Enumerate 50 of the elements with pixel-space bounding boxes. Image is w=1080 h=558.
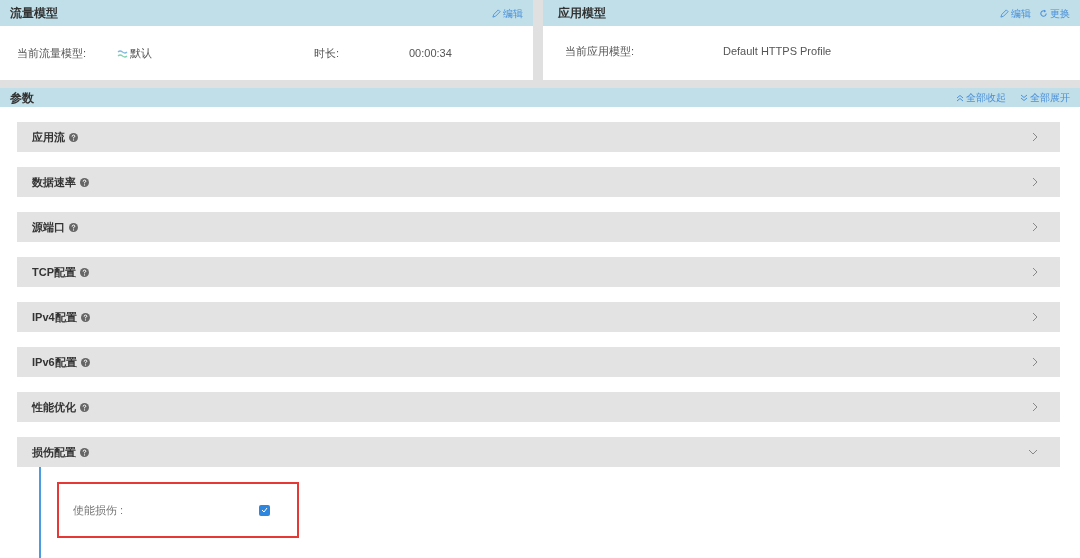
help-icon bbox=[80, 402, 89, 412]
refresh-icon bbox=[1039, 8, 1048, 18]
section-title: IPv4配置 bbox=[32, 309, 77, 325]
chevron-down-icon bbox=[1028, 449, 1038, 455]
expand-icon bbox=[1020, 93, 1028, 102]
section-title: 应用流 bbox=[32, 129, 65, 145]
accordion-header[interactable]: 性能优化 bbox=[17, 392, 1060, 422]
checkbox[interactable] bbox=[259, 504, 270, 516]
accordion-header[interactable]: TCP配置 bbox=[17, 257, 1060, 287]
panel-title: 应用模型 bbox=[558, 5, 606, 22]
wave-icon bbox=[117, 48, 129, 58]
chevron-right-icon bbox=[1032, 132, 1038, 142]
chevron-right-icon bbox=[1032, 177, 1038, 187]
section-title: 源端口 bbox=[32, 219, 65, 235]
accordion-header[interactable]: 数据速率 bbox=[17, 167, 1060, 197]
panel-title: 参数 bbox=[10, 89, 34, 107]
field-value: 00:00:34 bbox=[408, 45, 452, 61]
collapse-icon bbox=[956, 93, 964, 102]
accordion-header[interactable]: 源端口 bbox=[17, 212, 1060, 242]
accordion-header[interactable]: 应用流 bbox=[17, 122, 1060, 152]
panel-title: 流量模型 bbox=[10, 5, 58, 22]
field-value: 默认 bbox=[130, 45, 153, 61]
chevron-right-icon bbox=[1032, 222, 1038, 232]
checkmark-icon bbox=[261, 507, 268, 513]
accordion-header[interactable]: IPv6配置 bbox=[17, 347, 1060, 377]
accordion-header[interactable]: IPv4配置 bbox=[17, 302, 1060, 332]
accordion-header[interactable]: 损伤配置 bbox=[17, 437, 1060, 467]
section-title: 数据速率 bbox=[32, 174, 76, 190]
chevron-right-icon bbox=[1032, 402, 1038, 412]
chevron-right-icon bbox=[1032, 357, 1038, 367]
help-icon bbox=[80, 357, 90, 367]
chevron-right-icon bbox=[1032, 312, 1038, 322]
edit-icon bbox=[492, 8, 501, 18]
help-icon bbox=[69, 222, 78, 232]
help-icon bbox=[69, 132, 78, 142]
chevron-right-icon bbox=[1032, 267, 1038, 277]
option-label: 使能损伤 : bbox=[73, 502, 125, 518]
help-icon bbox=[80, 267, 89, 277]
field-label: 当前流量模型: bbox=[16, 45, 88, 61]
field-value: Default HTTPS Profile bbox=[723, 44, 832, 59]
section-title: TCP配置 bbox=[32, 264, 76, 280]
section-title: 性能优化 bbox=[32, 399, 76, 415]
section-title: 损伤配置 bbox=[32, 444, 76, 460]
field-label: 当前应用模型: bbox=[564, 44, 636, 59]
section-title: IPv6配置 bbox=[32, 354, 77, 370]
help-icon bbox=[80, 447, 89, 457]
field-label: 时长: bbox=[313, 45, 340, 61]
edit-icon bbox=[1000, 8, 1009, 18]
help-icon bbox=[80, 177, 89, 187]
help-icon bbox=[80, 312, 90, 322]
